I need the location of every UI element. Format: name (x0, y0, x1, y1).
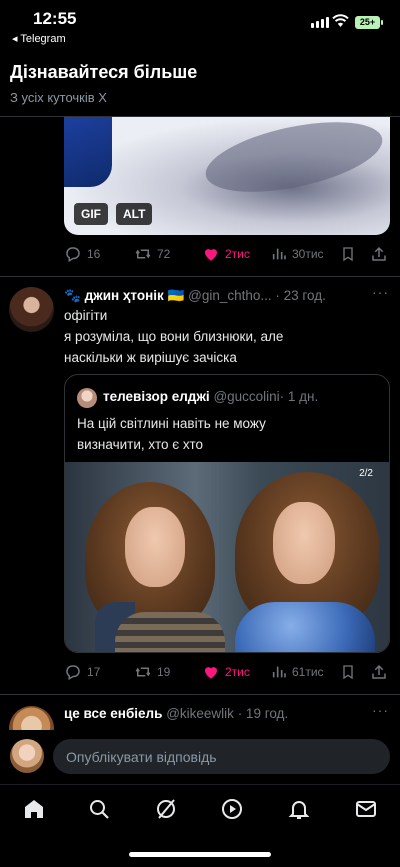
wifi-icon (332, 14, 349, 27)
image-counter: 2/2 (359, 468, 373, 479)
alt-badge[interactable]: ALT (116, 203, 153, 225)
photo-detail (235, 602, 375, 652)
mail-icon[interactable] (354, 797, 378, 821)
reply-button[interactable]: 16 (64, 244, 100, 264)
quote-text-line: визначити, хто є хто (77, 437, 204, 452)
views-button[interactable]: 30тис (271, 244, 324, 264)
bell-icon[interactable] (287, 797, 311, 821)
back-to-telegram[interactable]: ◂ Telegram (12, 32, 66, 45)
reply-count: 16 (87, 247, 101, 261)
page-subtitle: З усіх куточків X (10, 90, 107, 105)
signal-icon (311, 17, 329, 28)
retweet-icon (135, 249, 151, 259)
tweet-media-gif[interactable] (64, 117, 390, 235)
quote-header: телевізор елджі @guccolini· 1 дн. (103, 389, 318, 404)
tweet-header: це все енбіель @kikeewlik · 19 год. (64, 706, 288, 721)
quote-photo[interactable]: 2/2 (65, 462, 389, 652)
heart-icon (205, 667, 217, 679)
retweet-button[interactable]: 19 (134, 662, 170, 682)
views-count: 61тис (292, 665, 324, 679)
more-icon[interactable]: ··· (372, 284, 389, 300)
tweet-actions: 17 19 2тис 61тис (64, 662, 390, 682)
retweet-count: 19 (157, 665, 171, 679)
tweet-text-line: офігіти (64, 308, 108, 323)
battery-icon: 25+ (355, 16, 383, 29)
like-count: 2тис (225, 247, 250, 261)
author-handle[interactable]: @gin_chtho... (188, 288, 272, 303)
quote-author-name: телевізор елджі (103, 389, 210, 404)
reply-count: 17 (87, 665, 101, 679)
tweet-time: · 19 год. (237, 706, 289, 721)
like-button[interactable]: 2тис (202, 244, 250, 264)
heart-icon (205, 249, 217, 261)
share-icon[interactable] (370, 662, 388, 682)
media-decoration (199, 117, 389, 206)
reply-button[interactable]: 17 (64, 662, 100, 682)
status-time: 12:55 (33, 9, 77, 28)
tweet-time: · 23 год. (275, 288, 326, 303)
like-button[interactable]: 2тис (202, 662, 250, 682)
author-emoji: 🐾 (64, 288, 81, 303)
photo-detail (115, 612, 225, 652)
like-count: 2тис (225, 665, 250, 679)
reply-icon (66, 665, 80, 681)
author-name[interactable]: джин ҳтонік (85, 288, 164, 303)
views-count: 30тис (292, 247, 324, 261)
home-icon[interactable] (22, 797, 46, 821)
quote-avatar (77, 388, 97, 408)
quoted-tweet[interactable]: телевізор елджі @guccolini· 1 дн. На цій… (64, 374, 390, 653)
views-button[interactable]: 61тис (271, 662, 324, 682)
quote-author-handle: @guccolini (213, 389, 280, 404)
flag-emoji: 🇺🇦 (167, 288, 185, 303)
views-icon (272, 666, 286, 678)
page-title: Дізнавайтеся більше (10, 62, 198, 82)
photo-detail (125, 507, 185, 587)
views-icon (272, 248, 286, 260)
my-avatar[interactable] (10, 739, 44, 773)
retweet-icon (135, 667, 151, 677)
tweet-divider (0, 276, 400, 277)
home-indicator[interactable] (129, 852, 271, 857)
media-decoration (64, 117, 112, 187)
reply-icon (66, 247, 80, 263)
search-icon[interactable] (87, 797, 111, 821)
avatar[interactable] (9, 287, 54, 332)
retweet-count: 72 (157, 247, 171, 261)
quote-time: · 1 дн. (279, 389, 319, 404)
bookmark-icon[interactable] (340, 662, 356, 682)
author-handle[interactable]: @kikeewlik (166, 706, 234, 721)
quote-text-line: На цій світлині навіть не можу (77, 416, 266, 431)
tweet-actions: 16 72 2тис 30тис (64, 244, 390, 264)
bookmark-icon[interactable] (340, 244, 356, 264)
status-bar: 12:55 ◂ Telegram 25+ (0, 0, 400, 50)
tweet-text-line: наскільки ж вирішує зачіска (64, 350, 237, 365)
author-name[interactable]: це все енбіель (64, 706, 162, 721)
tweet-text-line: я розуміла, що вони близнюки, але (64, 329, 284, 344)
tweet-divider (0, 694, 400, 695)
photo-detail (273, 502, 335, 584)
gif-badge: GIF (74, 203, 108, 225)
more-icon[interactable]: ··· (372, 702, 389, 718)
share-icon[interactable] (370, 244, 388, 264)
tweet-header: 🐾 джин ҳтонік 🇺🇦 @gin_chtho... · 23 год. (64, 288, 326, 304)
grok-icon[interactable] (154, 797, 178, 821)
reply-input[interactable] (53, 739, 390, 774)
play-icon[interactable] (220, 797, 244, 821)
retweet-button[interactable]: 72 (134, 244, 170, 264)
